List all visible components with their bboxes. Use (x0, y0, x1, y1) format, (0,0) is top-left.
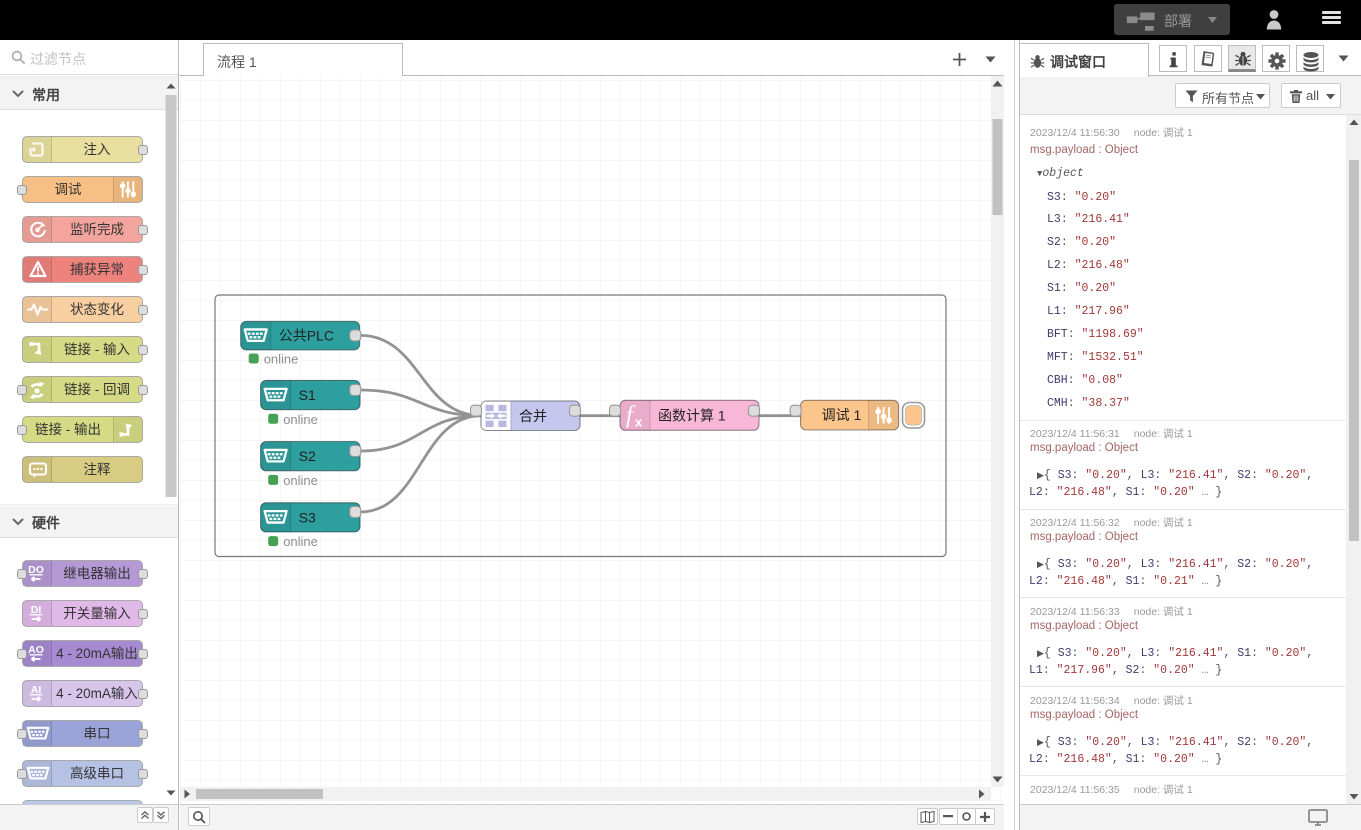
svg-text:online: online (283, 412, 318, 427)
svg-text:online: online (283, 473, 318, 488)
svg-text:S2: S2 (299, 448, 316, 464)
svg-text:online: online (264, 352, 299, 367)
svg-text:函数计算 1: 函数计算 1 (658, 407, 726, 423)
svg-text:调试 1: 调试 1 (822, 407, 862, 423)
svg-text:online: online (283, 534, 318, 549)
svg-text:DO: DO (28, 564, 44, 576)
svg-text:公共PLC: 公共PLC (279, 328, 334, 344)
svg-text:AI: AI (31, 684, 42, 696)
svg-text:DI: DI (31, 604, 42, 616)
svg-text:S1: S1 (299, 387, 316, 403)
svg-text:AO: AO (28, 644, 44, 656)
svg-text:x: x (635, 414, 643, 429)
svg-text:S3: S3 (299, 509, 316, 525)
svg-text:合并: 合并 (519, 408, 547, 424)
